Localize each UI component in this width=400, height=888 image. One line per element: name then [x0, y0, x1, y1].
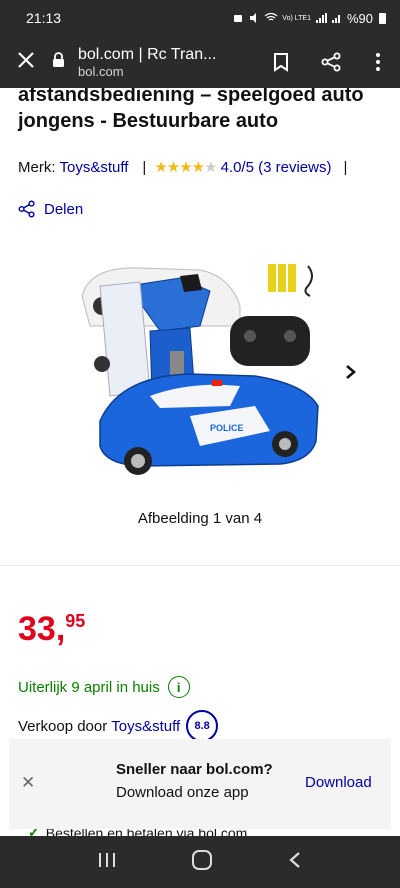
share-icon — [321, 52, 341, 72]
share-label: Delen — [44, 200, 84, 218]
nav-back-button[interactable] — [288, 851, 302, 874]
status-bar: 21:13 Vo) LTE1 %90 — [0, 0, 400, 36]
network-label: Vo) LTE1 — [282, 14, 311, 22]
seller-link[interactable]: Toys&stuff — [111, 718, 180, 735]
price-cents: 95 — [65, 611, 86, 631]
delivery-text: Uiterlijk 9 april in huis — [18, 678, 160, 696]
brand-link[interactable]: Toys&stuff — [60, 159, 129, 176]
page-host: bol.com — [78, 63, 124, 79]
chevron-right-icon — [346, 365, 356, 379]
signal-icon-2 — [331, 15, 340, 23]
url-bar[interactable]: bol.com | Rc Tran... bol.com — [52, 45, 256, 80]
battery-icon — [379, 12, 386, 24]
brand-line: Merk: Toys&stuff | ★★★★★ 4.0/5 (3 review… — [18, 158, 348, 177]
mute-icon — [250, 13, 257, 23]
share-button[interactable] — [306, 52, 356, 72]
product-image[interactable]: POLICE — [80, 256, 320, 496]
page-title: bol.com | Rc Tran... — [78, 45, 217, 63]
share-link[interactable]: Delen — [18, 200, 83, 218]
close-tab-button[interactable] — [0, 49, 52, 75]
status-icons: Vo) LTE1 %90 — [232, 11, 386, 26]
bookmark-icon — [274, 53, 288, 72]
separator: | — [142, 158, 147, 176]
app-banner: ✕ Sneller naar bol.com? Download onze ap… — [9, 739, 391, 829]
info-icon[interactable]: i — [167, 676, 190, 698]
banner-title: Sneller naar bol.com? — [116, 761, 273, 778]
battery-label: %90 — [346, 10, 373, 26]
status-time: 21:13 — [26, 10, 62, 26]
page-content: afstandsbediening – speelgoed auto jonge… — [0, 88, 400, 836]
menu-button[interactable] — [356, 52, 400, 72]
nav-home-icon — [191, 849, 212, 870]
brand-label: Merk: — [18, 158, 56, 176]
seller-label: Verkoop door — [18, 717, 108, 735]
browser-toolbar: bol.com | Rc Tran... bol.com — [0, 36, 400, 88]
seller-rating-badge[interactable]: 8.8 — [186, 710, 219, 742]
lock-icon — [52, 51, 70, 73]
banner-close-button[interactable]: ✕ — [21, 773, 35, 793]
signal-icon — [315, 13, 327, 23]
share-icon — [18, 200, 35, 218]
police-text: POLICE — [210, 423, 244, 433]
banner-download-link[interactable]: Download — [305, 774, 372, 791]
rating-link[interactable]: 4.0/5 (3 reviews) — [221, 159, 332, 176]
nav-home-button[interactable] — [191, 849, 213, 876]
close-icon — [18, 52, 34, 68]
system-nav-bar — [0, 836, 400, 888]
nav-recent-icon — [98, 852, 115, 867]
banner-subtitle: Download onze app — [116, 784, 249, 801]
price-main: 33, — [18, 610, 66, 648]
wifi-icon — [264, 12, 278, 21]
next-image-button[interactable] — [340, 360, 362, 384]
alarm-icon — [234, 15, 243, 22]
image-caption: Afbeelding 1 van 4 — [137, 510, 263, 527]
nav-back-icon — [289, 851, 301, 868]
rating-stars[interactable]: ★★★★★ — [154, 158, 217, 176]
price: 33, 95 — [18, 610, 85, 648]
delivery-info: Uiterlijk 9 april in huis i — [18, 676, 190, 698]
product-title: afstandsbediening – speelgoed auto jonge… — [18, 88, 364, 132]
divider — [0, 565, 400, 566]
menu-icon — [376, 53, 380, 71]
nav-recent-button[interactable] — [98, 852, 116, 873]
separator-2: | — [343, 158, 348, 176]
bookmark-button[interactable] — [256, 52, 306, 72]
seller-info: Verkoop door Toys&stuff 8.8 — [18, 710, 219, 742]
